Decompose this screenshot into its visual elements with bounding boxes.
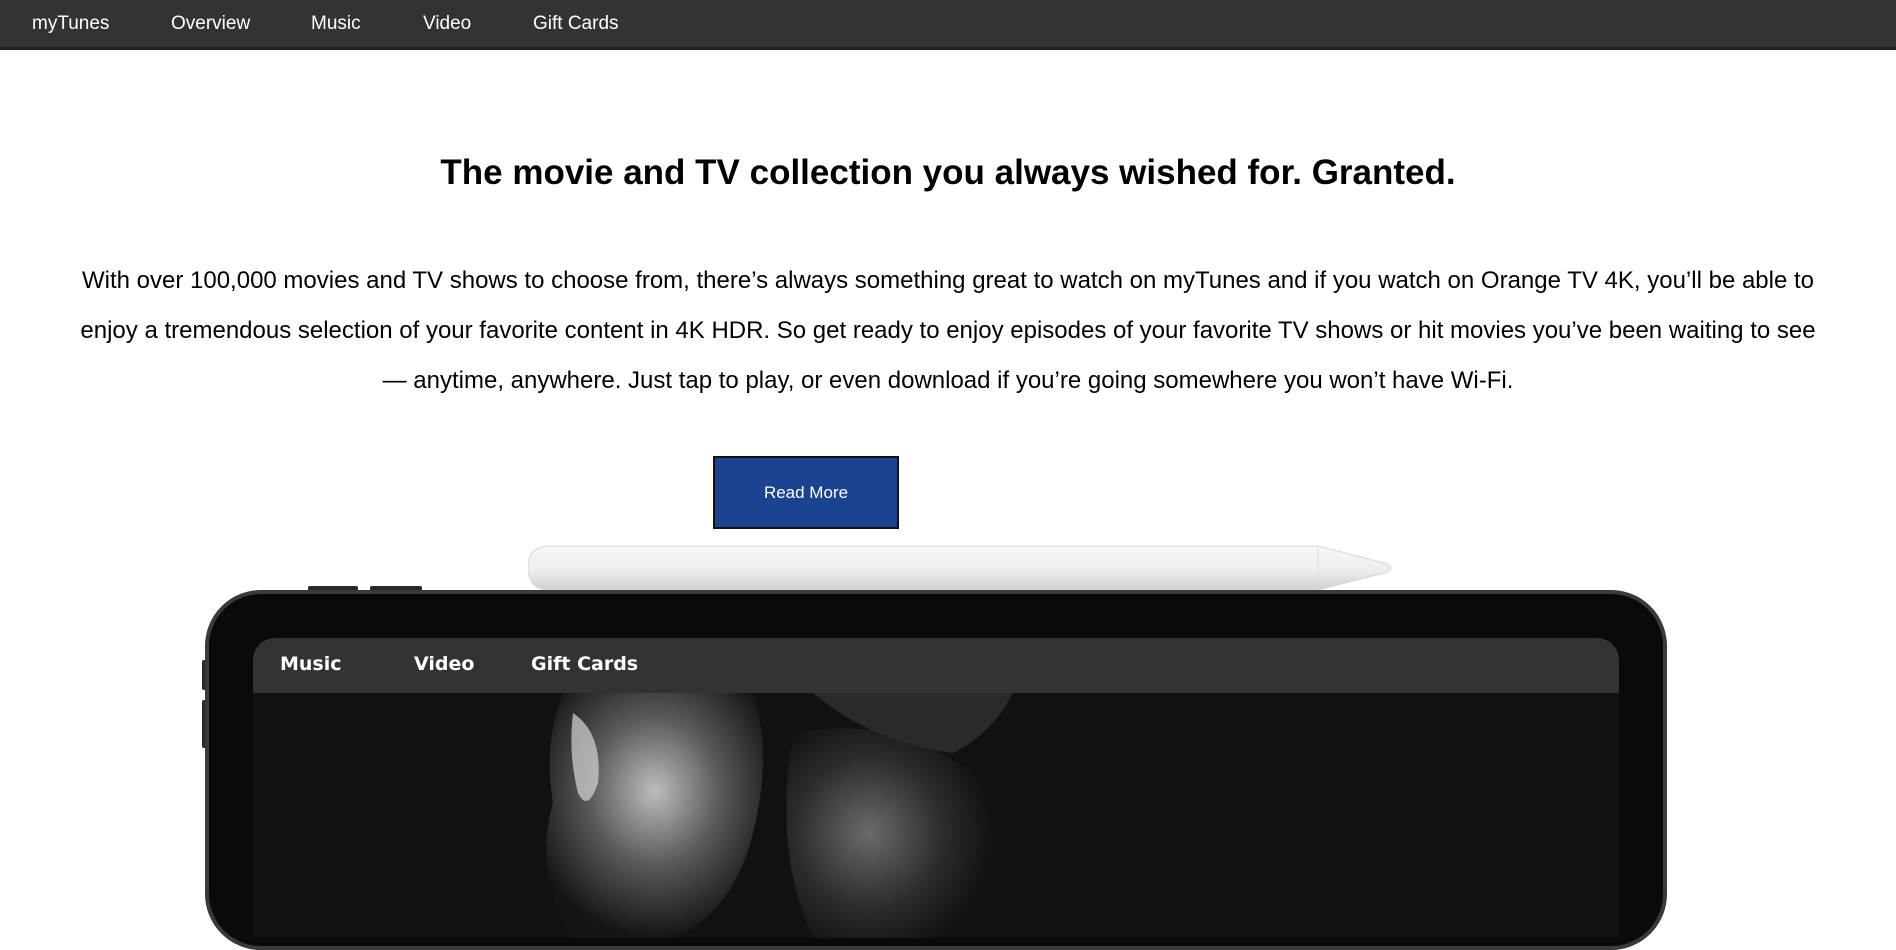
screen-nav-item-gift-cards: Gift Cards bbox=[531, 653, 639, 675]
tablet-screen: Music Video Gift Cards bbox=[253, 638, 1619, 938]
screen-nav-item-video: Video bbox=[414, 653, 475, 675]
stylus-image bbox=[528, 545, 1392, 591]
nav-item-video[interactable]: Video bbox=[423, 13, 471, 35]
intro-paragraph: With over 100,000 movies and TV shows to… bbox=[80, 267, 1816, 394]
tablet-screen-nav: Music Video Gift Cards bbox=[253, 638, 1619, 693]
page-headline: The movie and TV collection you always w… bbox=[440, 153, 1456, 192]
top-nav: myTunes Overview Music Video Gift Cards bbox=[0, 0, 1896, 50]
read-more-button[interactable]: Read More bbox=[713, 456, 899, 529]
nav-item-overview[interactable]: Overview bbox=[171, 13, 250, 35]
nav-item-music[interactable]: Music bbox=[311, 13, 361, 35]
brand-link[interactable]: myTunes bbox=[32, 13, 109, 35]
screen-nav-item-music: Music bbox=[280, 653, 342, 675]
nav-item-gift-cards[interactable]: Gift Cards bbox=[533, 13, 619, 35]
movie-still-image bbox=[253, 693, 1619, 938]
